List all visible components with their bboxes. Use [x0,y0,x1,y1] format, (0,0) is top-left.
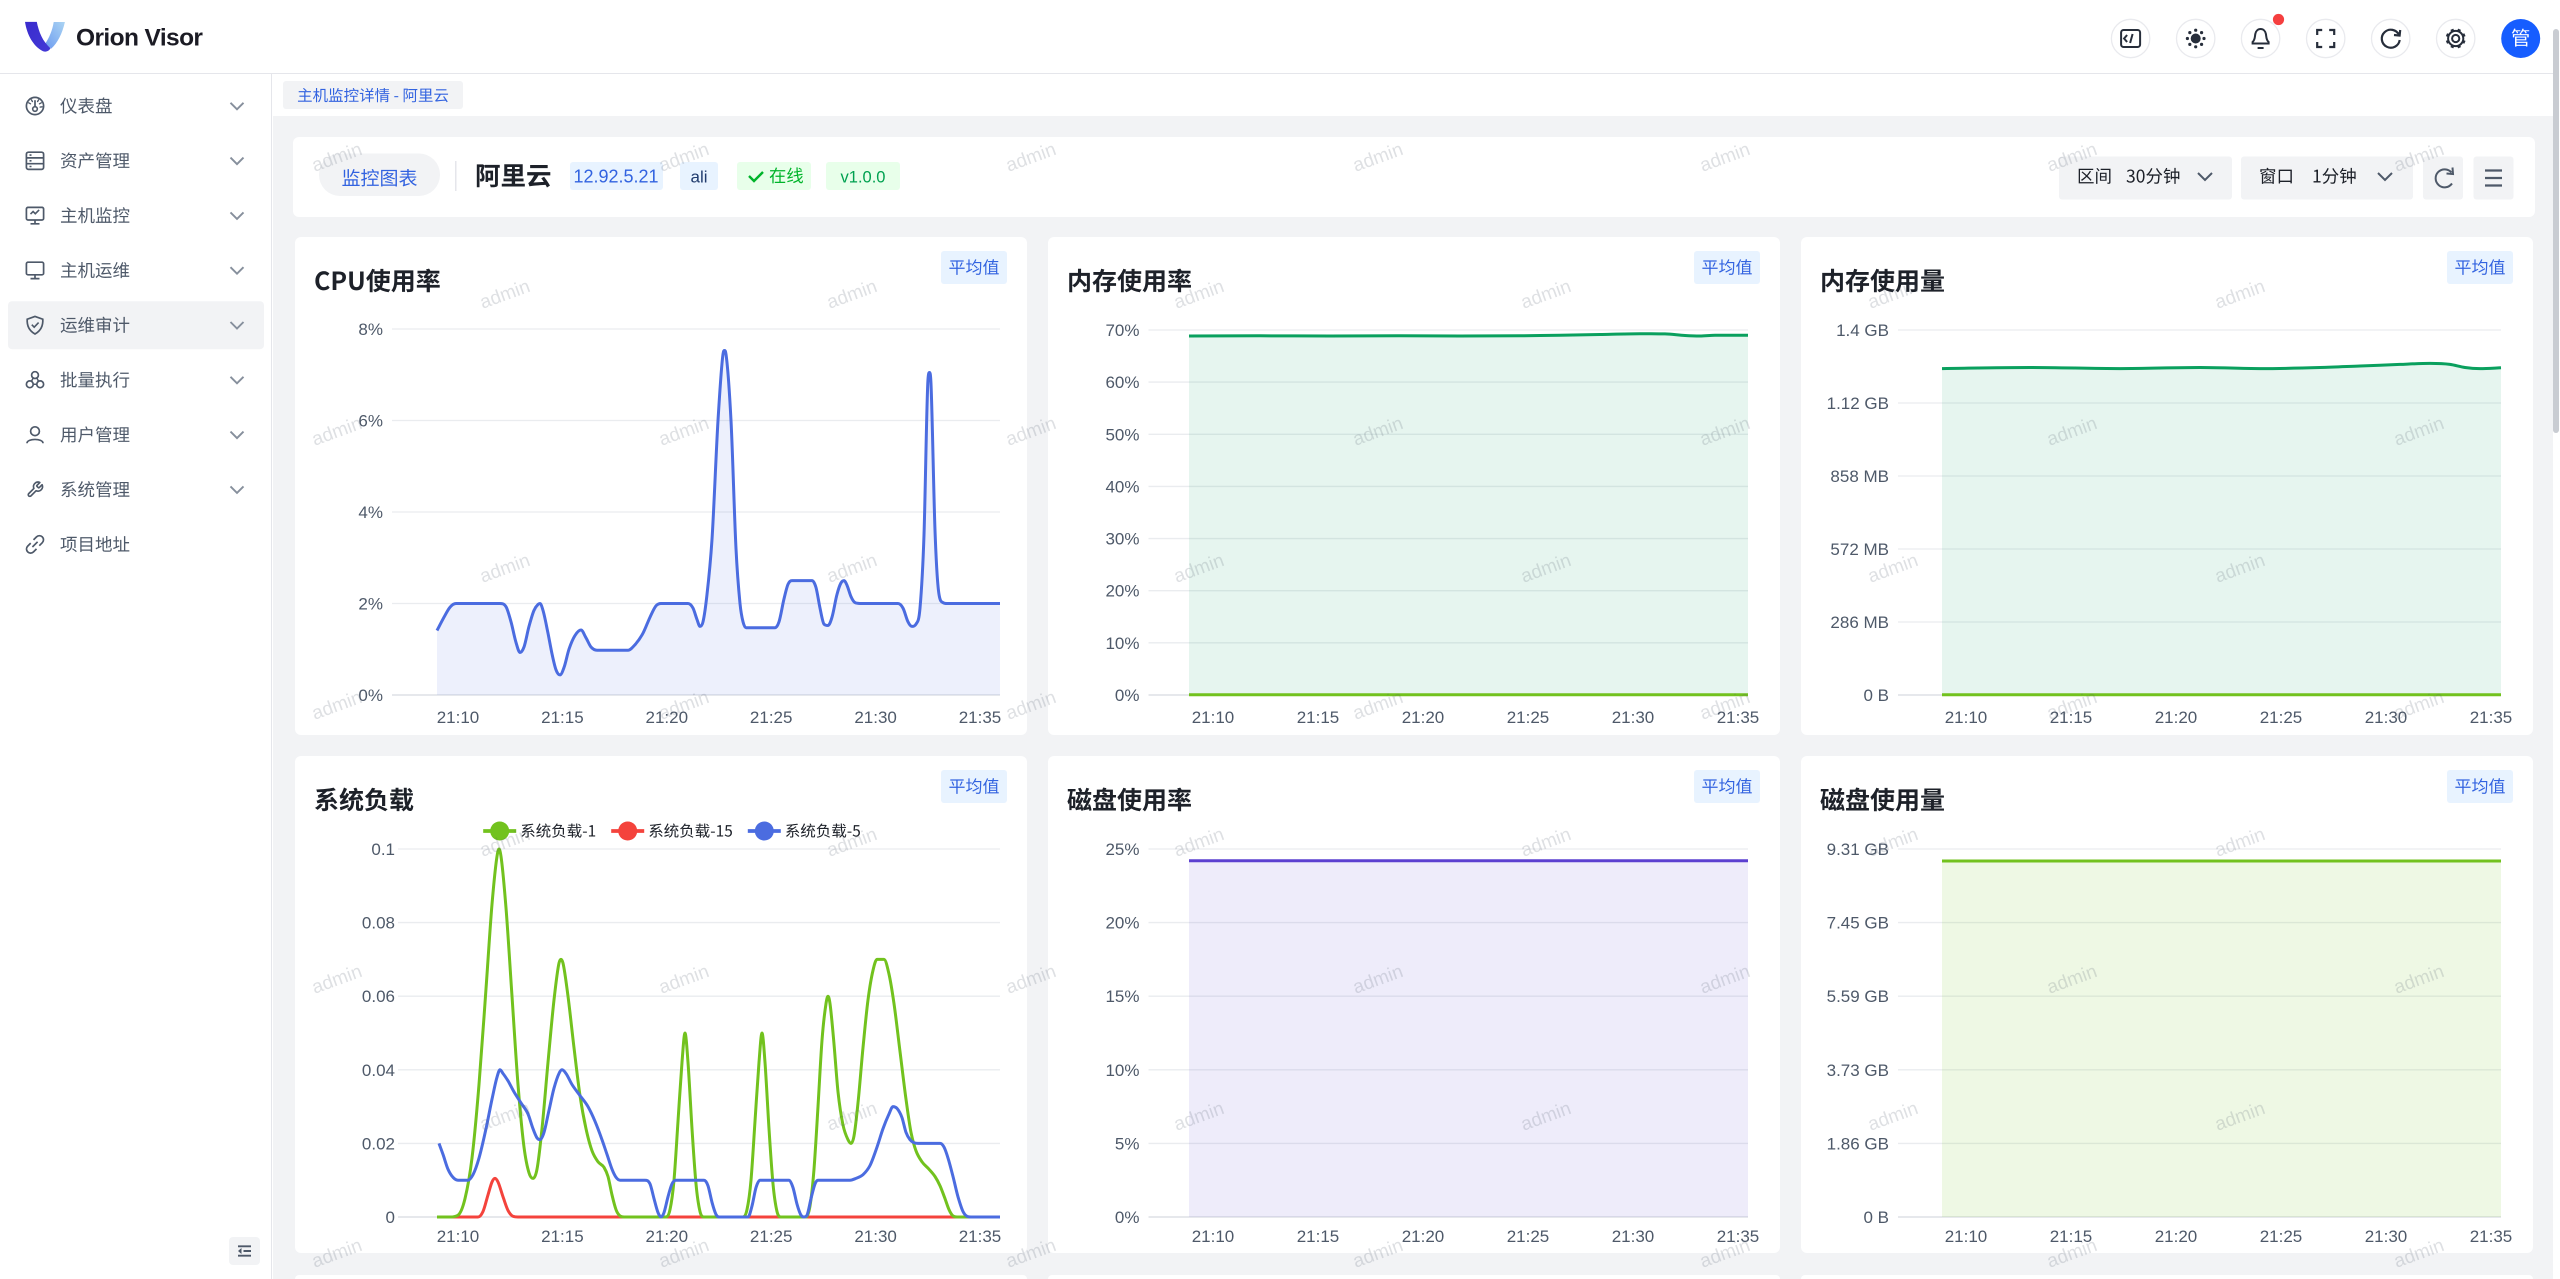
svg-text:1.12 GB: 1.12 GB [1827,394,1889,413]
svg-text:21:10: 21:10 [437,708,480,727]
svg-text:Orion Visor: Orion Visor [76,25,203,52]
svg-text:21:30: 21:30 [854,1227,897,1246]
svg-text:2%: 2% [358,595,383,614]
svg-text:21:10: 21:10 [1192,1227,1235,1246]
svg-text:21:10: 21:10 [437,1227,480,1246]
svg-text:v1.0.0: v1.0.0 [841,169,886,187]
svg-text:20%: 20% [1105,914,1139,933]
svg-text:10%: 10% [1105,634,1139,653]
svg-text:21:35: 21:35 [1717,1227,1760,1246]
svg-text:15%: 15% [1105,987,1139,1006]
svg-text:21:20: 21:20 [1402,708,1445,727]
svg-text:21:10: 21:10 [1192,708,1235,727]
svg-text:21:25: 21:25 [1507,1227,1550,1246]
svg-text:21:30: 21:30 [2365,1227,2408,1246]
svg-text:21:35: 21:35 [1717,708,1760,727]
svg-text:21:15: 21:15 [1297,1227,1340,1246]
svg-text:21:20: 21:20 [646,708,689,727]
svg-text:40%: 40% [1105,477,1139,496]
svg-text:6%: 6% [358,412,383,431]
svg-text:21:25: 21:25 [750,1227,793,1246]
svg-text:0.1: 0.1 [371,840,395,859]
svg-text:21:10: 21:10 [1945,708,1988,727]
svg-text:60%: 60% [1105,373,1139,392]
svg-text:30%: 30% [1105,530,1139,549]
svg-text:21:15: 21:15 [2050,708,2093,727]
svg-text:21:30: 21:30 [854,708,897,727]
svg-text:5.59 GB: 5.59 GB [1827,987,1889,1006]
svg-text:21:20: 21:20 [2155,1227,2198,1246]
svg-text:286 MB: 286 MB [1830,613,1889,632]
svg-text:21:30: 21:30 [1612,708,1655,727]
svg-text:21:25: 21:25 [1507,708,1550,727]
svg-text:20%: 20% [1105,582,1139,601]
svg-text:4%: 4% [358,503,383,522]
svg-text:0.06: 0.06 [362,987,395,1006]
svg-text:10%: 10% [1105,1061,1139,1080]
svg-text:21:25: 21:25 [2260,1227,2303,1246]
svg-text:3.73 GB: 3.73 GB [1827,1061,1889,1080]
svg-text:21:20: 21:20 [2155,708,2198,727]
svg-text:1.4 GB: 1.4 GB [1836,321,1889,340]
svg-text:0%: 0% [1115,1208,1140,1227]
svg-text:ali: ali [690,168,707,187]
svg-text:1.86 GB: 1.86 GB [1827,1134,1889,1153]
svg-text:0.02: 0.02 [362,1134,395,1153]
svg-text:21:35: 21:35 [2470,1227,2513,1246]
svg-text:21:30: 21:30 [1612,1227,1655,1246]
svg-text:9.31 GB: 9.31 GB [1827,840,1889,859]
svg-text:21:25: 21:25 [2260,708,2303,727]
svg-text:12.92.5.21: 12.92.5.21 [573,167,658,187]
svg-text:21:35: 21:35 [959,708,1002,727]
svg-text:21:15: 21:15 [2050,1227,2093,1246]
svg-text:858 MB: 858 MB [1830,467,1889,486]
svg-text:7.45 GB: 7.45 GB [1827,914,1889,933]
svg-text:0.04: 0.04 [362,1061,395,1080]
svg-text:8%: 8% [358,320,383,339]
svg-text:572 MB: 572 MB [1830,540,1889,559]
svg-text:25%: 25% [1105,840,1139,859]
svg-text:21:15: 21:15 [541,1227,584,1246]
svg-text:21:20: 21:20 [1402,1227,1445,1246]
svg-text:0 B: 0 B [1863,1208,1889,1227]
svg-text:0 B: 0 B [1863,686,1889,705]
svg-text:21:30: 21:30 [2365,708,2408,727]
svg-text:21:35: 21:35 [959,1227,1002,1246]
svg-text:21:15: 21:15 [541,708,584,727]
svg-text:21:10: 21:10 [1945,1227,1988,1246]
svg-text:70%: 70% [1105,321,1139,340]
svg-text:0.08: 0.08 [362,914,395,933]
svg-text:0%: 0% [1115,686,1140,705]
svg-text:0%: 0% [358,686,383,705]
svg-text:21:35: 21:35 [2470,708,2513,727]
svg-text:50%: 50% [1105,425,1139,444]
svg-text:21:20: 21:20 [646,1227,689,1246]
svg-text:5%: 5% [1115,1134,1140,1153]
svg-text:0: 0 [386,1208,395,1227]
svg-text:21:25: 21:25 [750,708,793,727]
svg-text:21:15: 21:15 [1297,708,1340,727]
